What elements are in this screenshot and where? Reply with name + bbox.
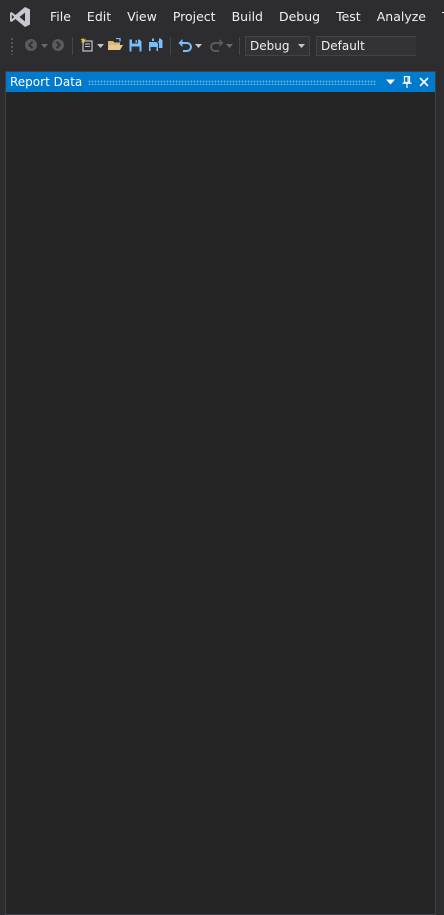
- redo-icon: [209, 37, 224, 56]
- window-position-button[interactable]: [382, 74, 398, 90]
- open-file-icon: [107, 37, 123, 56]
- menu-file[interactable]: File: [42, 0, 79, 33]
- back-button[interactable]: [22, 35, 40, 57]
- toolbar-grip[interactable]: [10, 37, 14, 55]
- toolbar-separator: [239, 37, 240, 55]
- back-dropdown-button[interactable]: [40, 35, 49, 57]
- undo-dropdown-button[interactable]: [194, 35, 203, 57]
- solution-platform-dropdown[interactable]: Default: [316, 36, 416, 56]
- save-all-button[interactable]: [145, 35, 165, 57]
- forward-button[interactable]: [49, 35, 67, 57]
- menu-view[interactable]: View: [119, 0, 165, 33]
- tool-window-title-bar[interactable]: Report Data: [6, 72, 435, 92]
- menu-edit[interactable]: Edit: [79, 0, 119, 33]
- chevron-down-icon: [195, 44, 202, 48]
- menu-bar: File Edit View Project Build Debug Test …: [0, 0, 444, 33]
- redo-dropdown-button[interactable]: [225, 35, 234, 57]
- solution-configuration-dropdown[interactable]: Debug: [245, 36, 310, 56]
- menu-test[interactable]: Test: [328, 0, 369, 33]
- back-icon: [24, 37, 38, 56]
- menu-build[interactable]: Build: [224, 0, 271, 33]
- save-icon: [129, 37, 142, 56]
- solution-configuration-value: Debug: [250, 39, 290, 53]
- undo-icon: [178, 37, 193, 56]
- tool-window-title: Report Data: [10, 75, 83, 89]
- open-file-button[interactable]: [105, 35, 125, 57]
- save-button[interactable]: [125, 35, 145, 57]
- chevron-down-icon: [385, 79, 395, 85]
- save-all-icon: [147, 37, 163, 56]
- forward-icon: [51, 37, 65, 56]
- chevron-down-icon: [226, 44, 233, 48]
- pin-icon: [402, 76, 412, 88]
- menu-debug[interactable]: Debug: [271, 0, 328, 33]
- title-bar-drag-area[interactable]: [88, 79, 376, 85]
- new-project-dropdown-button[interactable]: [96, 35, 105, 57]
- standard-toolbar: Debug Default: [0, 33, 444, 59]
- chevron-down-icon: [293, 37, 309, 55]
- menu-tools[interactable]: Too: [434, 0, 444, 33]
- report-data-content-area[interactable]: [6, 92, 435, 914]
- undo-button[interactable]: [176, 35, 194, 57]
- menu-analyze[interactable]: Analyze: [369, 0, 434, 33]
- toolbar-separator: [72, 37, 73, 55]
- close-button[interactable]: [416, 74, 432, 90]
- menu-project[interactable]: Project: [165, 0, 224, 33]
- close-icon: [419, 77, 429, 87]
- auto-hide-button[interactable]: [399, 74, 415, 90]
- chevron-down-icon: [97, 44, 104, 48]
- solution-platform-value: Default: [321, 39, 365, 53]
- right-dock-edge: [436, 59, 444, 915]
- visual-studio-logo-icon[interactable]: [9, 6, 31, 28]
- report-data-tool-window: Report Data: [5, 71, 436, 915]
- visual-studio-window: File Edit View Project Build Debug Test …: [0, 0, 444, 915]
- chevron-down-icon: [41, 44, 48, 48]
- toolbar-separator: [170, 37, 171, 55]
- new-project-icon: [80, 37, 95, 56]
- new-project-button[interactable]: [78, 35, 96, 57]
- redo-button[interactable]: [207, 35, 225, 57]
